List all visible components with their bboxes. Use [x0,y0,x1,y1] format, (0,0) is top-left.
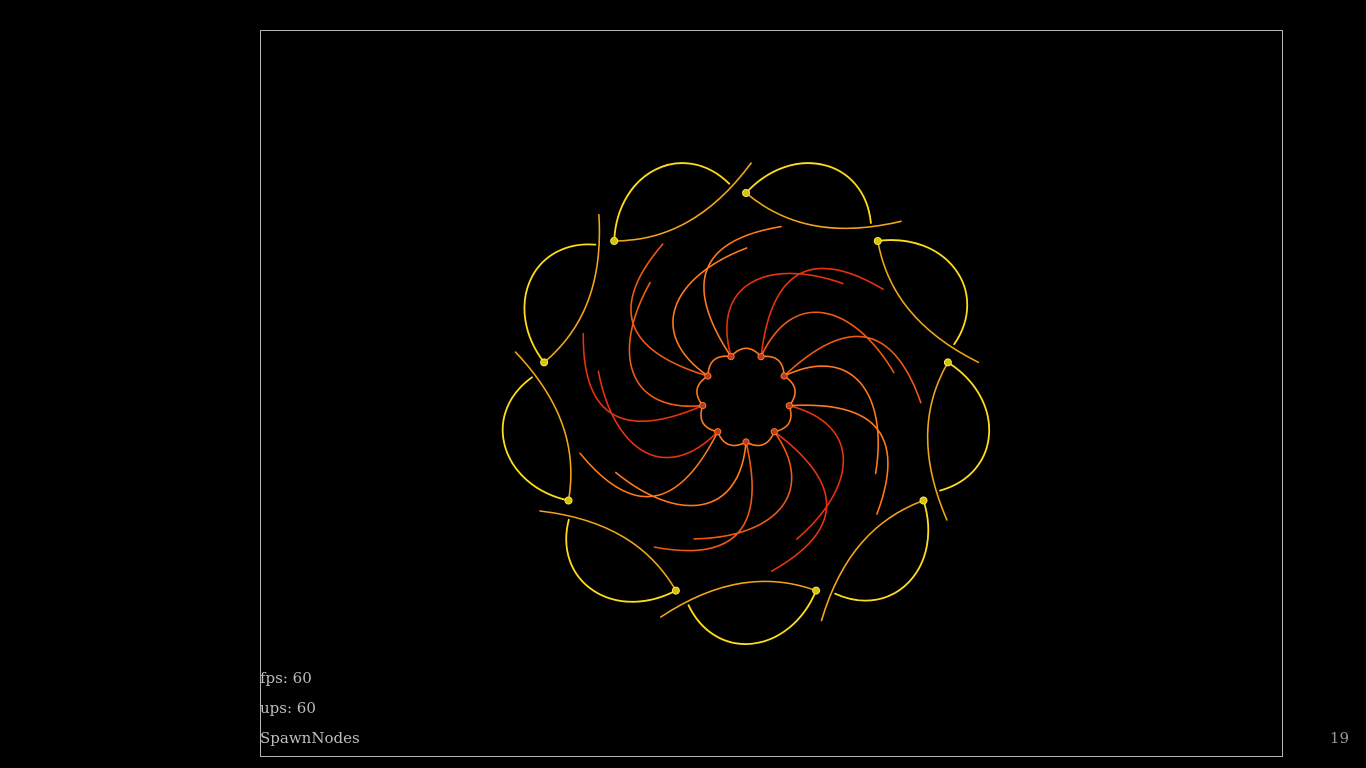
inner-node [714,428,722,436]
petal-edge [687,589,817,645]
petal-edge [501,376,570,502]
inner-strand [783,365,880,475]
inner-link [716,431,747,447]
petal-edge [543,213,601,364]
petal-edge [926,361,949,521]
outer-node [540,358,549,367]
inner-ring-strokes [579,225,922,572]
inner-node [757,353,765,361]
inner-strand [783,335,922,404]
petal-edge [834,499,930,602]
petal-edge [745,162,872,224]
petal-edge [939,361,991,492]
petal-edge [876,239,969,346]
inner-node [727,352,735,361]
inner-link [774,405,792,433]
outer-node [742,188,751,197]
particle-scene [501,162,991,645]
inner-node [785,402,793,410]
outer-node [564,496,573,505]
inner-strand [582,332,704,423]
outer-node [671,586,680,595]
outer-node [873,236,882,245]
petal-edge [820,499,925,622]
petal-edge [539,510,677,592]
inner-node [699,401,707,410]
outer-ring-nodes [540,188,952,595]
corner-counter: 19 [1329,729,1349,747]
outer-node [812,586,821,595]
inner-link [707,355,732,377]
inner-node [704,372,712,380]
inner-link [760,355,785,377]
inner-strand [628,281,704,407]
ups-readout: ups: 60 [260,699,316,717]
petal-edge [877,240,980,364]
game-screen: fps: 60 ups: 60 SpawnNodes 19 [0,0,1366,768]
petal-edge [613,162,752,242]
inner-link [730,347,762,358]
petal-edge [745,192,902,230]
inner-strand [703,225,782,358]
inner-node [742,438,750,446]
petal-edge [660,580,817,618]
outer-node [919,496,928,505]
inner-link [783,375,796,407]
inner-strand [788,404,889,515]
inner-ring-nodes [699,352,793,446]
outer-node [610,236,619,245]
petal-edge [565,518,677,603]
petal-edge [523,243,597,364]
inner-strand [770,430,828,572]
inner-link [700,405,718,433]
mode-label: SpawnNodes [260,729,360,747]
outer-node [943,358,952,367]
inner-link [745,431,776,447]
inner-strand [672,247,748,377]
inner-link [696,375,709,407]
inner-node [770,428,778,436]
inner-strand [579,430,719,498]
fps-readout: fps: 60 [260,669,312,687]
inner-node [780,372,788,380]
inner-strand [630,243,709,377]
